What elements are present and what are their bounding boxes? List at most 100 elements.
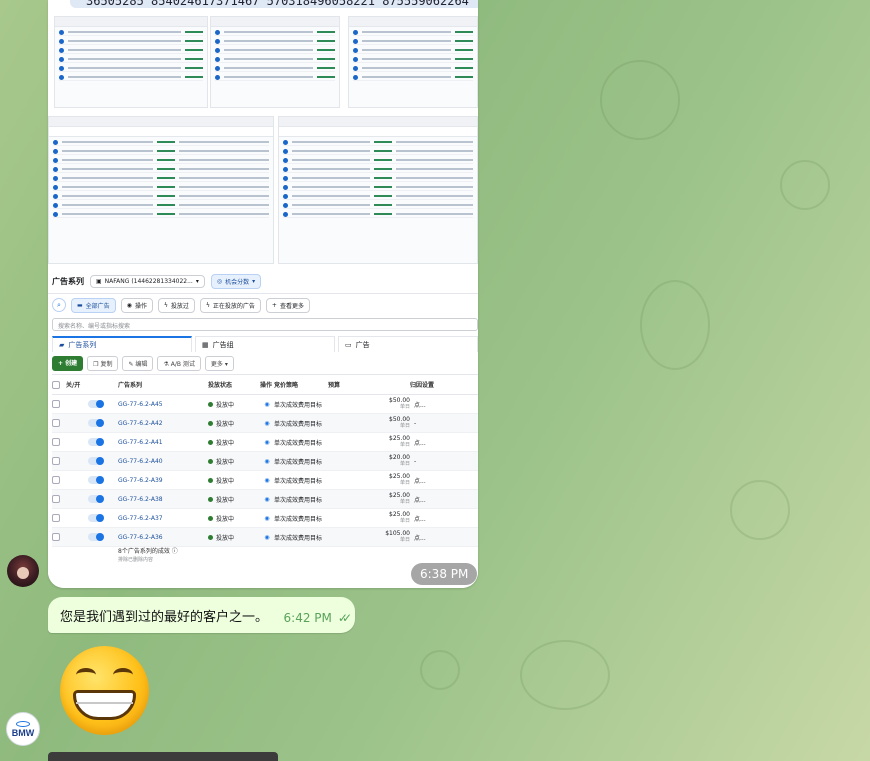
eye-icon: ◉: [126, 302, 132, 309]
budget-value: $50.00 单日: [389, 397, 410, 410]
campaign-name-link[interactable]: GG-77-6.2-A45: [118, 401, 208, 408]
campaign-name-link[interactable]: GG-77-6.2-A40: [118, 458, 208, 465]
row-checkbox[interactable]: [52, 419, 60, 427]
table-row[interactable]: GG-77-6.2-A42 投放中 ◉ 单次成效费用目标 $50.00 单日 -: [52, 414, 478, 433]
search-icon[interactable]: ⌕: [52, 298, 66, 312]
col-campaign[interactable]: 广告系列: [118, 380, 208, 389]
avatar[interactable]: [7, 555, 39, 587]
campaign-toggle[interactable]: [88, 457, 104, 465]
opportunity-score-dropdown[interactable]: ◎ 机会分数 ▾: [210, 274, 262, 289]
eye-icon[interactable]: ◉: [260, 401, 274, 408]
status-badge: 投放中: [208, 514, 260, 523]
status-badge: 投放中: [208, 533, 260, 542]
next-media-message[interactable]: [48, 752, 278, 761]
eye-icon[interactable]: ◉: [260, 515, 274, 522]
duplicate-button[interactable]: ❐ 复制: [87, 356, 119, 371]
table-row[interactable]: GG-77-6.2-A38 投放中 ◉ 单次成效费用目标 $25.00 单日 点...: [52, 490, 478, 509]
status-dot-icon: [208, 401, 213, 407]
mini-screenshot: [278, 116, 478, 264]
campaign-name-link[interactable]: GG-77-6.2-A39: [118, 477, 208, 484]
status-dot-icon: [208, 496, 213, 502]
status-dot-icon: [208, 458, 213, 464]
row-checkbox[interactable]: [52, 476, 60, 484]
table-body: GG-77-6.2-A45 投放中 ◉ 单次成效费用目标 $50.00 单日 点... GG-…: [52, 395, 478, 547]
table-row[interactable]: GG-77-6.2-A41 投放中 ◉ 单次成效费用目标 $25.00 单日 点...: [52, 433, 478, 452]
bid-strategy: 单次成效费用目标: [274, 420, 323, 428]
row-checkbox[interactable]: [52, 495, 60, 503]
status-badge: 投放中: [208, 419, 260, 428]
filter-delivering[interactable]: ϟ 正在投放的广告: [199, 298, 261, 313]
select-all-checkbox[interactable]: [52, 380, 60, 389]
filter-all-ads[interactable]: ▬ 全部广告: [71, 298, 116, 313]
filter-more[interactable]: + 查看更多: [265, 298, 310, 313]
ads-toolbar: + 创建 ❐ 复制 ✎ 编辑 ⚗ A/B 测试 更多 ▾: [52, 356, 234, 371]
row-checkbox[interactable]: [52, 457, 60, 465]
eye-icon[interactable]: ◉: [260, 534, 274, 541]
table-row[interactable]: GG-77-6.2-A36 投放中 ◉ 单次成效费用目标 $105.00 单日 点...: [52, 528, 478, 547]
grid-icon: ▦: [202, 340, 209, 349]
table-row[interactable]: GG-77-6.2-A40 投放中 ◉ 单次成效费用目标 $20.00 单日 -: [52, 452, 478, 471]
avatar[interactable]: BMW: [6, 712, 40, 746]
campaign-name-link[interactable]: GG-77-6.2-A37: [118, 515, 208, 522]
campaign-toggle[interactable]: [88, 533, 104, 541]
eye-icon[interactable]: ◉: [260, 477, 274, 484]
col-bid-strategy[interactable]: 竞价策略: [274, 380, 328, 389]
col-status[interactable]: 投放状态: [208, 380, 260, 389]
emoji-mouth: [73, 690, 136, 720]
status-badge: 投放中: [208, 495, 260, 504]
edit-button[interactable]: ✎ 编辑: [122, 356, 154, 371]
more-button[interactable]: 更多 ▾: [204, 356, 234, 371]
grinning-emoji-sticker[interactable]: [60, 646, 149, 735]
row-checkbox[interactable]: [52, 438, 60, 446]
budget-value: $105.00 单日: [385, 530, 410, 543]
attribution-value: 点...: [414, 534, 426, 542]
budget-value: $25.00 单日: [389, 435, 410, 448]
score-icon: ◎: [216, 278, 223, 285]
campaign-name-link[interactable]: GG-77-6.2-A41: [118, 439, 208, 446]
ab-test-button[interactable]: ⚗ A/B 测试: [157, 356, 201, 371]
col-attribution[interactable]: 归因设置: [410, 380, 450, 389]
table-row[interactable]: GG-77-6.2-A45 投放中 ◉ 单次成效费用目标 $50.00 单日 点...: [52, 395, 478, 414]
col-budget[interactable]: 预算: [328, 380, 410, 389]
tab-ad-sets[interactable]: ▦ 广告组: [195, 336, 335, 352]
campaign-toggle[interactable]: [88, 514, 104, 522]
row-checkbox[interactable]: [52, 533, 60, 541]
table-row[interactable]: GG-77-6.2-A37 投放中 ◉ 单次成效费用目标 $25.00 单日 点...: [52, 509, 478, 528]
filter-delivered[interactable]: ϟ 投放过: [157, 298, 195, 313]
campaign-name-link[interactable]: GG-77-6.2-A36: [118, 534, 208, 541]
eye-icon[interactable]: ◉: [260, 458, 274, 465]
campaign-name-link[interactable]: GG-77-6.2-A38: [118, 496, 208, 503]
campaign-toggle[interactable]: [88, 495, 104, 503]
status-dot-icon: [208, 420, 213, 426]
col-action[interactable]: 操作: [260, 380, 274, 389]
col-on-off[interactable]: 关/开: [66, 380, 118, 389]
tab-campaigns[interactable]: ▰ 广告系列: [52, 336, 192, 352]
copy-icon: ❐: [93, 361, 99, 368]
tab-ads[interactable]: ▭ 广告: [338, 336, 478, 352]
eye-icon[interactable]: ◉: [260, 420, 274, 427]
row-checkbox[interactable]: [52, 400, 60, 408]
background-doodle: [420, 650, 460, 690]
filter-operation[interactable]: ◉ 操作: [120, 298, 153, 313]
ads-search-input[interactable]: 搜索名称、编号或指标搜索: [52, 318, 478, 331]
background-doodle: [520, 640, 610, 710]
campaign-toggle[interactable]: [88, 438, 104, 446]
create-button[interactable]: + 创建: [52, 356, 84, 371]
eye-icon[interactable]: ◉: [260, 496, 274, 503]
image-message-time: 6:38 PM: [411, 563, 478, 585]
campaign-toggle[interactable]: [88, 476, 104, 484]
table-row[interactable]: GG-77-6.2-A39 投放中 ◉ 单次成效费用目标 $25.00 单日 点...: [52, 471, 478, 490]
row-checkbox[interactable]: [52, 514, 60, 522]
bid-strategy: 单次成效费用目标: [274, 439, 323, 447]
budget-value: $25.00 单日: [389, 473, 410, 486]
background-doodle: [640, 280, 710, 370]
logo-ring-icon: [16, 720, 30, 727]
status-badge: 投放中: [208, 438, 260, 447]
campaign-name-link[interactable]: GG-77-6.2-A42: [118, 420, 208, 427]
campaign-toggle[interactable]: [88, 419, 104, 427]
account-selector[interactable]: ▣ NAFANG (14462281334022... ▾: [90, 275, 205, 288]
eye-icon[interactable]: ◉: [260, 439, 274, 446]
campaign-toggle[interactable]: [88, 400, 104, 408]
outgoing-message-bubble[interactable]: 您是我们遇到过的最好的客户之一。 6:42 PM ✓✓: [48, 597, 355, 633]
message-text: 您是我们遇到过的最好的客户之一。: [60, 609, 269, 625]
